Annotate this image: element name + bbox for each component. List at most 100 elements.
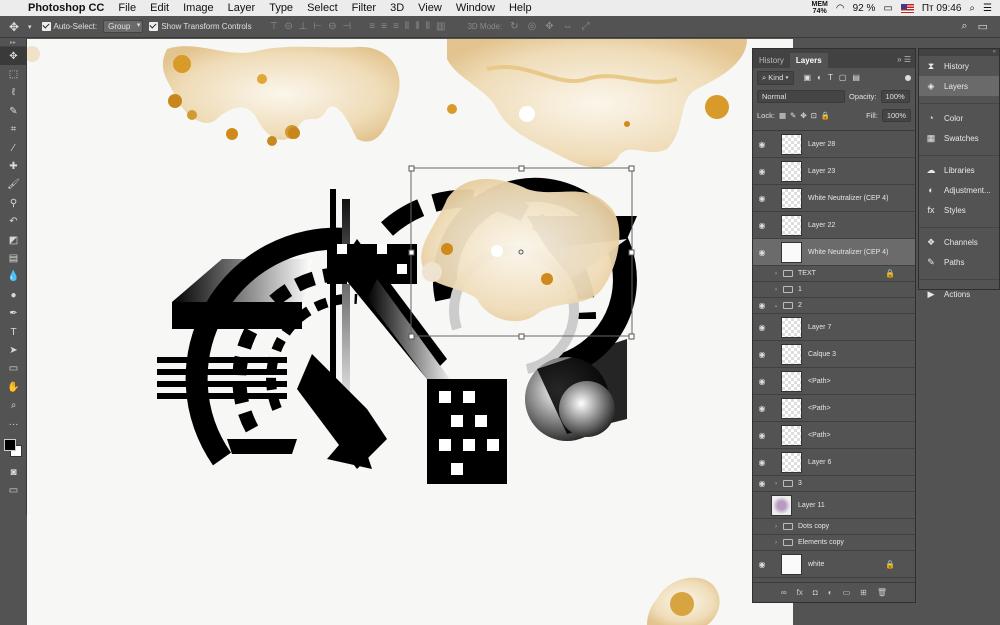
- panel-color[interactable]: ◔ Color: [919, 108, 999, 128]
- layer-row[interactable]: ◉ Layer 22: [753, 212, 915, 239]
- group-row[interactable]: ◉ › Elements copy: [753, 535, 915, 551]
- group-name[interactable]: TEXT: [798, 270, 816, 277]
- group-name[interactable]: 3: [798, 480, 802, 487]
- layer-name[interactable]: Layer 6: [808, 459, 831, 466]
- blend-mode-dropdown[interactable]: Normal: [757, 90, 845, 103]
- layer-row[interactable]: ◉ Layer 11: [753, 492, 915, 519]
- layer-name[interactable]: Layer 23: [808, 168, 835, 175]
- dodge-tool-icon[interactable]: ●: [0, 286, 27, 304]
- layer-row[interactable]: ◉ <Path>: [753, 422, 915, 449]
- layer-style-icon[interactable]: fx: [797, 588, 803, 597]
- layer-row[interactable]: ◉ <Path>: [753, 395, 915, 422]
- layer-name[interactable]: White Neutralizer (CEP 4): [808, 249, 888, 256]
- filter-type-icon[interactable]: T: [828, 73, 833, 82]
- notification-center-icon[interactable]: ☰: [983, 3, 992, 14]
- panel-menu-icon[interactable]: » ☰: [897, 55, 915, 68]
- gradient-tool-icon[interactable]: ▤: [0, 249, 27, 267]
- layer-name[interactable]: <Path>: [808, 378, 831, 385]
- panel-history[interactable]: ⧗ History: [919, 56, 999, 76]
- layer-name[interactable]: Layer 7: [808, 324, 831, 331]
- layer-row[interactable]: ◉ Layer 7: [753, 314, 915, 341]
- visibility-eye-icon[interactable]: ◉: [753, 377, 771, 386]
- menu-layer[interactable]: Layer: [221, 2, 263, 14]
- layer-name[interactable]: White Neutralizer (CEP 4): [808, 195, 888, 202]
- filter-smartobject-icon[interactable]: ▤: [852, 73, 860, 82]
- auto-select-checkbox[interactable]: [41, 22, 51, 31]
- add-mask-icon[interactable]: ◘: [813, 588, 818, 597]
- layer-name[interactable]: Layer 11: [798, 502, 825, 509]
- quick-select-tool-icon[interactable]: ✎: [0, 102, 27, 120]
- new-group-icon[interactable]: ▭: [843, 588, 851, 597]
- align-vcenter-icon[interactable]: ⊝: [284, 21, 292, 32]
- layer-name[interactable]: Layer 22: [808, 222, 835, 229]
- auto-select-dropdown[interactable]: Group: [103, 20, 144, 33]
- visibility-eye-icon[interactable]: ◉: [753, 560, 771, 569]
- show-transform-checkbox[interactable]: [149, 22, 159, 31]
- panel-swatches[interactable]: ▦ Swatches: [919, 128, 999, 148]
- menu-file[interactable]: File: [111, 2, 143, 14]
- workspace-icon[interactable]: ▭: [978, 20, 988, 33]
- visibility-eye-icon[interactable]: ◉: [753, 458, 771, 467]
- layer-row[interactable]: ◉ Calque 3: [753, 341, 915, 368]
- 3d-roll-icon[interactable]: ◎: [528, 21, 537, 32]
- fill-input[interactable]: 100%: [881, 109, 911, 122]
- visibility-eye-icon[interactable]: ◉: [753, 248, 771, 257]
- visibility-eye-icon[interactable]: ◉: [753, 301, 771, 310]
- brush-tool-icon[interactable]: 🖌: [0, 176, 27, 194]
- visibility-eye-icon[interactable]: ◉: [753, 522, 771, 531]
- opacity-input[interactable]: 100%: [880, 90, 910, 103]
- panel-styles[interactable]: fx Styles: [919, 200, 999, 220]
- visibility-eye-icon[interactable]: ◉: [753, 285, 771, 294]
- expand-arrow-icon[interactable]: ›: [771, 287, 781, 293]
- layer-row[interactable]: ◉ White Neutralizer (CEP 4): [753, 185, 915, 212]
- align-top-icon[interactable]: ⊤: [270, 21, 279, 32]
- expand-arrow-icon[interactable]: ›: [771, 271, 781, 277]
- quick-mask-icon[interactable]: ◙: [0, 463, 27, 481]
- visibility-eye-icon[interactable]: ◉: [753, 140, 771, 149]
- kind-filter-dropdown[interactable]: ⌕ Kind ▾: [757, 70, 794, 85]
- 3d-scale-icon[interactable]: ⤢: [582, 21, 590, 32]
- distribute-top-icon[interactable]: ≡: [369, 21, 375, 32]
- lock-all-icon[interactable]: 🔒: [821, 111, 830, 120]
- visibility-eye-icon[interactable]: ◉: [753, 501, 771, 510]
- zoom-tool-icon[interactable]: ⌕: [0, 396, 27, 414]
- menu-type[interactable]: Type: [262, 2, 300, 14]
- visibility-eye-icon[interactable]: ◉: [753, 323, 771, 332]
- hand-tool-icon[interactable]: ✋: [0, 378, 27, 396]
- align-hcenter-icon[interactable]: ⊖: [328, 21, 336, 32]
- panel-paths[interactable]: ✎ Paths: [919, 252, 999, 272]
- visibility-eye-icon[interactable]: ◉: [753, 167, 771, 176]
- group-name[interactable]: Elements copy: [798, 539, 844, 546]
- group-name[interactable]: Dots copy: [798, 523, 829, 530]
- healing-brush-tool-icon[interactable]: ✚: [0, 157, 27, 175]
- menu-3d[interactable]: 3D: [383, 2, 411, 14]
- expand-arrow-icon[interactable]: ›: [771, 481, 781, 487]
- filter-shape-icon[interactable]: ▢: [839, 73, 847, 82]
- group-name[interactable]: 2: [798, 302, 802, 309]
- filter-adjustment-icon[interactable]: ◐: [817, 73, 822, 82]
- menu-select[interactable]: Select: [300, 2, 345, 14]
- layer-name[interactable]: Layer 28: [808, 141, 835, 148]
- memory-indicator[interactable]: MEM 74%: [812, 1, 828, 15]
- visibility-eye-icon[interactable]: ◉: [753, 194, 771, 203]
- auto-align-icon[interactable]: ▥: [436, 21, 445, 32]
- layer-name[interactable]: Calque 3: [808, 351, 836, 358]
- layer-name[interactable]: <Path>: [808, 432, 831, 439]
- layer-name[interactable]: <Path>: [808, 405, 831, 412]
- layer-row[interactable]: ◉ <Path>: [753, 368, 915, 395]
- tools-grip[interactable]: ▸▸: [0, 39, 26, 47]
- 3d-pan-icon[interactable]: ✥: [545, 21, 553, 32]
- spotlight-search-icon[interactable]: ⌕: [969, 3, 975, 14]
- panel-actions[interactable]: ▶ Actions: [919, 284, 999, 304]
- group-row[interactable]: ◉ ⌄ 2: [753, 298, 915, 314]
- distribute-bottom-icon[interactable]: ≡: [393, 21, 399, 32]
- marquee-tool-icon[interactable]: ⬚: [0, 65, 27, 83]
- edit-toolbar-icon[interactable]: ···: [0, 415, 27, 433]
- delete-layer-icon[interactable]: 🗑: [877, 588, 887, 597]
- group-row[interactable]: ◉ › TEXT 🔒: [753, 266, 915, 282]
- visibility-eye-icon[interactable]: ◉: [753, 269, 771, 278]
- expand-arrow-icon[interactable]: ›: [771, 540, 781, 546]
- layer-row[interactable]: ◉ Layer 23: [753, 158, 915, 185]
- visibility-eye-icon[interactable]: ◉: [753, 538, 771, 547]
- panel-layers[interactable]: ◈ Layers: [919, 76, 999, 96]
